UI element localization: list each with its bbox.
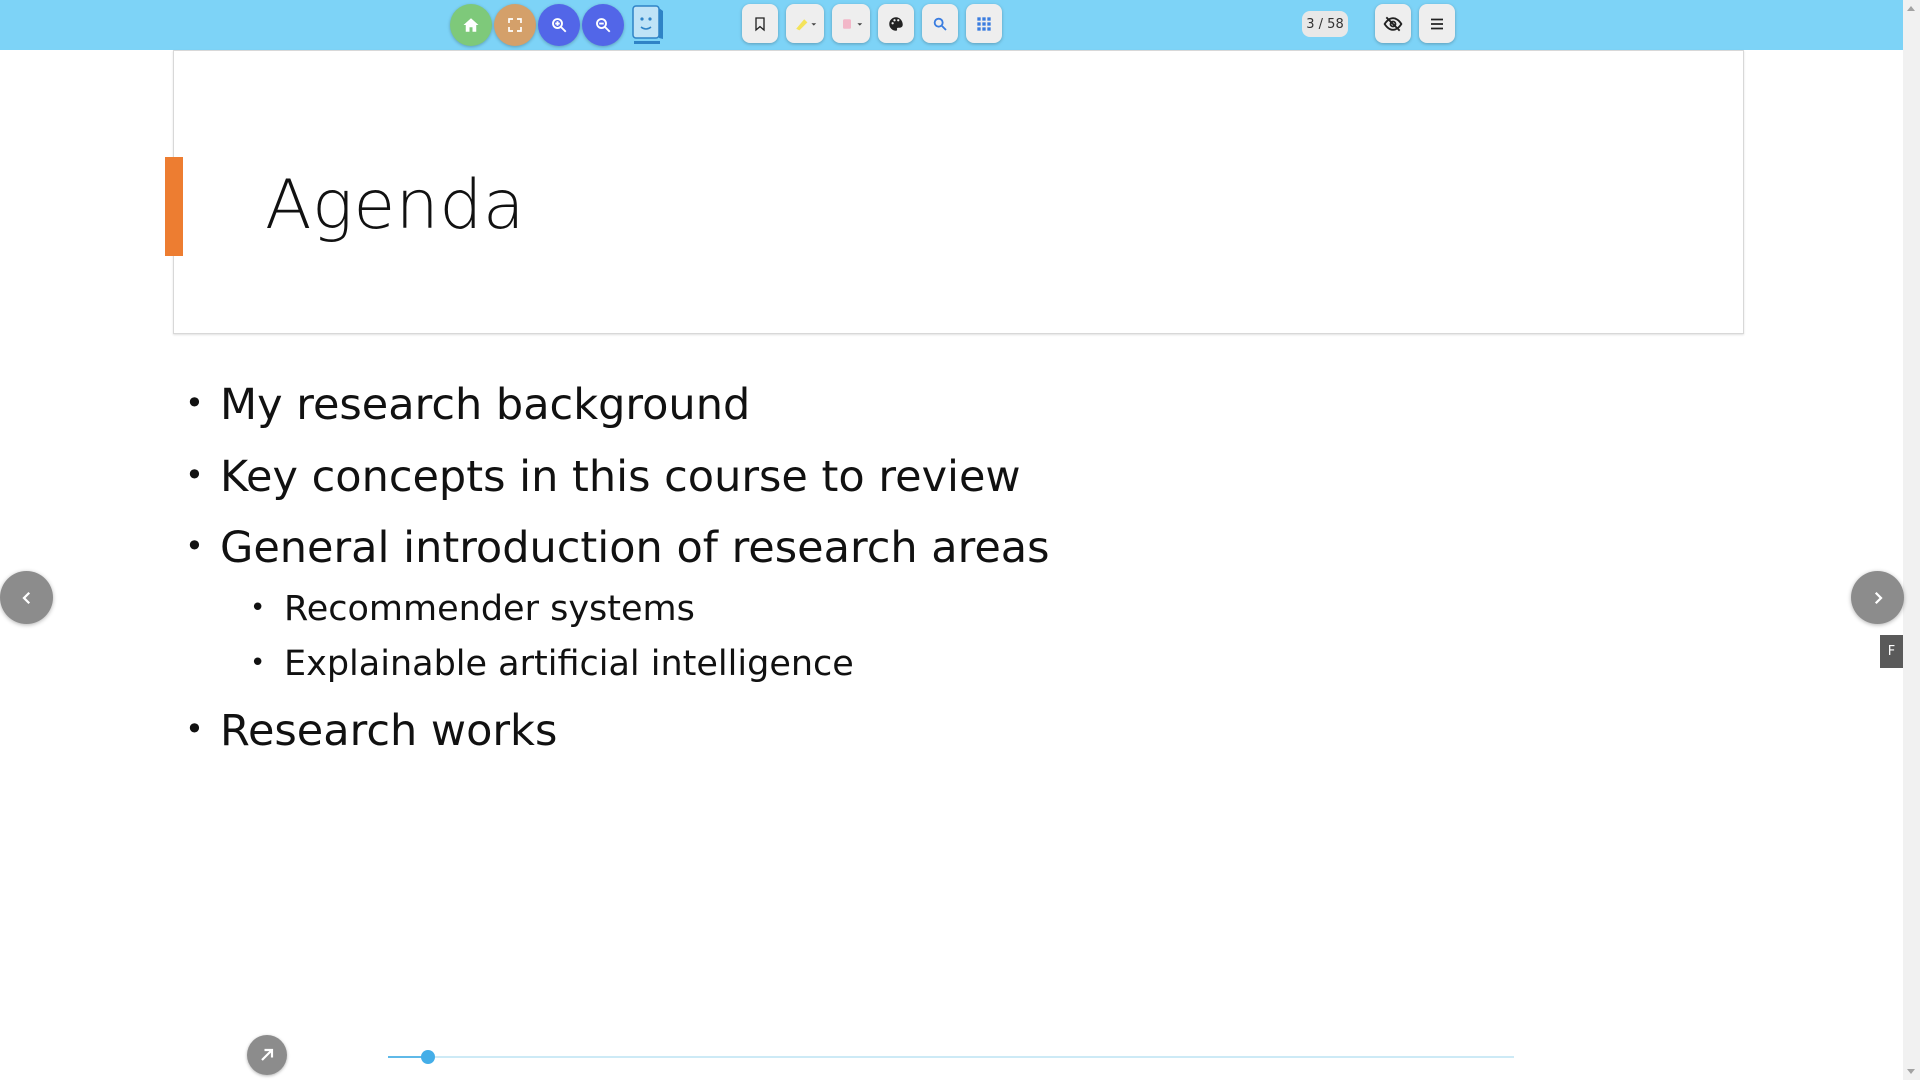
bullet-text: General introduction of research areas bbox=[220, 523, 1050, 573]
bookmark-icon bbox=[755, 16, 765, 31]
zoom-out-button[interactable] bbox=[582, 4, 624, 46]
home-icon bbox=[463, 18, 479, 32]
bullet-text: My research background bbox=[220, 380, 751, 430]
arrow-up-right-icon bbox=[261, 1048, 274, 1061]
slide-title: Agenda bbox=[265, 166, 526, 245]
bullet-dot: • bbox=[250, 648, 266, 678]
bullet-text: Research works bbox=[220, 706, 558, 756]
palette-button[interactable] bbox=[878, 4, 914, 43]
highlighter-button[interactable] bbox=[786, 4, 824, 43]
eraser-icon bbox=[843, 18, 863, 29]
bullet-text: Explainable artificial intelligence bbox=[284, 644, 854, 684]
palette-icon bbox=[889, 16, 903, 31]
bookmark-button[interactable] bbox=[742, 4, 778, 43]
grid-view-button[interactable] bbox=[966, 4, 1002, 43]
open-external-button[interactable] bbox=[247, 1035, 287, 1075]
page-counter: 3 / 58 bbox=[1302, 11, 1348, 37]
app-logo bbox=[630, 3, 664, 47]
bullet-dot: • bbox=[250, 593, 266, 623]
scroll-up-arrow-icon[interactable] bbox=[1907, 6, 1915, 11]
top-toolbar: 3 / 58 bbox=[0, 0, 1903, 50]
hide-toolbar-button[interactable] bbox=[1375, 4, 1411, 43]
search-button[interactable] bbox=[922, 4, 958, 43]
next-slide-button[interactable] bbox=[1851, 571, 1904, 624]
vertical-scrollbar[interactable] bbox=[1903, 0, 1920, 1080]
chevron-right-icon bbox=[1874, 591, 1883, 604]
bullet-text: Key concepts in this course to review bbox=[220, 452, 1021, 502]
bullet-dot: • bbox=[185, 527, 204, 565]
slide-progress-slider[interactable] bbox=[388, 1050, 1514, 1064]
menu-button[interactable] bbox=[1419, 4, 1455, 43]
bullet-dot: • bbox=[185, 710, 204, 748]
zoom-out-icon bbox=[596, 18, 611, 33]
progress-thumb[interactable] bbox=[421, 1050, 435, 1064]
eye-off-icon bbox=[1383, 16, 1403, 31]
eraser-button[interactable] bbox=[832, 4, 870, 43]
home-button[interactable] bbox=[450, 4, 492, 46]
bullet-dot: • bbox=[185, 456, 204, 494]
zoom-in-icon bbox=[552, 18, 567, 33]
scroll-down-arrow-icon[interactable] bbox=[1907, 1069, 1915, 1074]
title-accent-bar bbox=[165, 157, 183, 256]
fullscreen-button[interactable] bbox=[494, 4, 536, 46]
search-icon bbox=[933, 17, 947, 31]
zoom-in-button[interactable] bbox=[538, 4, 580, 46]
previous-slide-button[interactable] bbox=[0, 571, 53, 624]
side-panel-tab[interactable]: F bbox=[1880, 635, 1903, 668]
bullet-text: Recommender systems bbox=[284, 589, 695, 629]
fullscreen-icon bbox=[508, 18, 522, 32]
grid-icon bbox=[977, 16, 991, 31]
highlighter-icon bbox=[796, 18, 817, 30]
mascot-logo-icon bbox=[632, 5, 663, 44]
chevron-left-icon bbox=[21, 591, 30, 604]
bullet-dot: • bbox=[185, 384, 204, 422]
hamburger-menu-icon bbox=[1431, 18, 1443, 29]
